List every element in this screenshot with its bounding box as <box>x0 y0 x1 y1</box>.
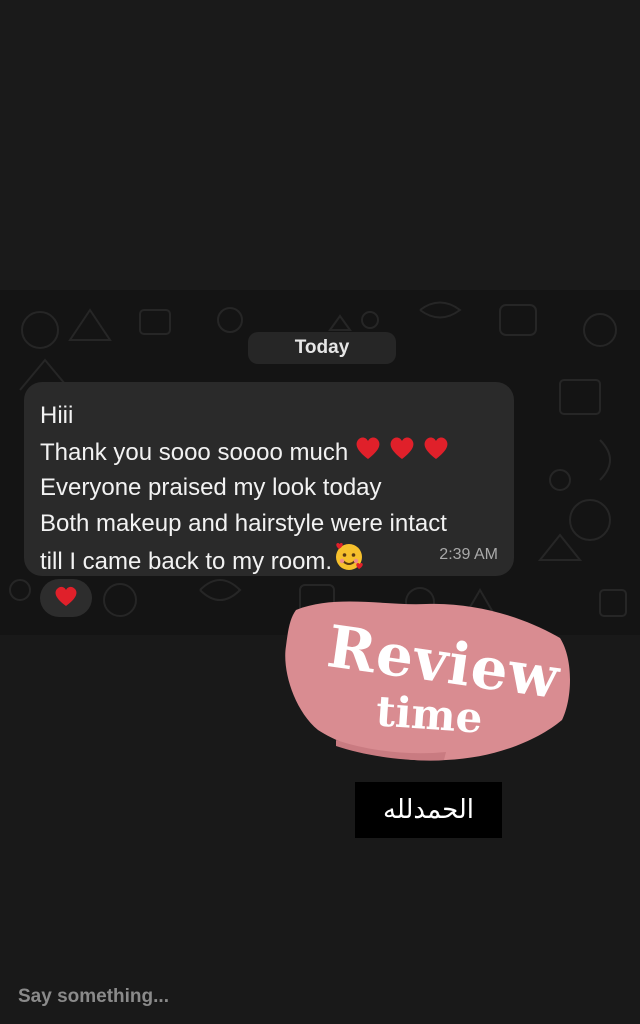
message-reaction[interactable] <box>40 579 92 617</box>
message-line: Thank you sooo soooo much <box>40 434 450 470</box>
red-heart-icon <box>53 584 79 613</box>
alhamdulillah-label[interactable]: الحمدلله <box>355 782 502 838</box>
story-top-area <box>0 0 640 290</box>
time-text: time <box>374 686 485 743</box>
reply-input[interactable]: Say something... <box>18 986 169 1008</box>
message-timestamp: 2:39 AM <box>439 546 498 563</box>
message-line: till I came back to my room. <box>40 542 450 578</box>
chat-screenshot: Today Hiii Thank you sooo soooo much Eve… <box>0 290 640 635</box>
message-bubble[interactable]: Hiii Thank you sooo soooo much Everyone … <box>24 382 514 576</box>
arabic-text: الحمدلله <box>382 795 475 825</box>
red-heart-icon <box>354 434 450 473</box>
smiling-face-with-hearts-icon <box>334 542 364 583</box>
message-line: Everyone praised my look today <box>40 474 382 501</box>
message-line: Both makeup and hairstyle were intact <box>40 510 447 537</box>
review-time-sticker[interactable]: Review time <box>276 590 580 766</box>
message-line: Hiii <box>40 402 74 429</box>
date-separator: Today <box>248 332 396 364</box>
